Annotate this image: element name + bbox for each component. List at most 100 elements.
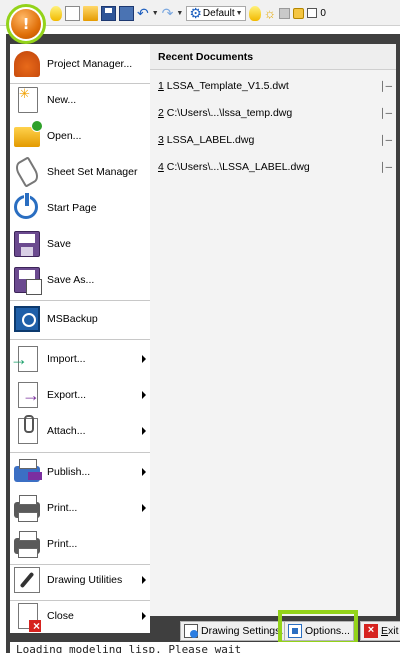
import-icon [10,346,38,372]
lock-icon[interactable] [293,7,305,19]
submenu-arrow-icon [142,504,146,512]
menu-item-open[interactable]: Open... [10,118,150,154]
close-document-icon [18,603,41,633]
menu-item-attach[interactable]: Attach... [10,413,150,449]
menu-item-print[interactable]: Print... [10,526,150,562]
menu-item-label: Close [47,610,74,622]
exit-icon: × [364,624,378,638]
menu-item-label: Save [47,238,71,250]
application-button[interactable]: ! [6,4,46,44]
layer-bulb-icon[interactable] [248,5,261,21]
attach-icon [18,415,38,444]
exit-access-key: E [381,625,389,637]
command-line-text: Loading modeling lisp. Please wait [16,643,242,653]
menu-item-label: Attach... [47,425,86,437]
menu-separator [10,452,150,453]
submenu-arrow-icon [142,427,146,435]
chevron-down-icon: ▼ [235,9,243,17]
recent-document-item[interactable]: 2 C:\Users\...\lssa_temp.dwg │─ [150,102,396,124]
recent-document-item[interactable]: 3 LSSA_LABEL.dwg │─ [150,129,396,151]
menu-item-sheet-set-manager[interactable]: Sheet Set Manager [10,154,150,190]
application-menu-commands: Project Manager... ✳ New... Open... Shee… [10,44,150,633]
pin-icon[interactable]: │─ [380,102,392,124]
menu-item-label: Save As... [47,274,95,286]
recent-document-item[interactable]: 1 LSSA_Template_V1.5.dwt │─ [150,75,396,97]
menu-item-export[interactable]: Export... [10,377,150,413]
recent-document-item[interactable]: 4 C:\Users\...\LSSA_LABEL.dwg │─ [150,156,396,178]
save-icon [14,231,40,257]
options-highlight-box [278,610,358,645]
menu-item-project-manager[interactable]: Project Manager... [10,46,150,82]
drawing-settings-label: Drawing Settings... [201,625,290,637]
submenu-arrow-icon [142,355,146,363]
power-icon [14,192,38,219]
menu-item-import[interactable]: Import... [10,341,150,377]
layer-color-icon[interactable] [279,7,291,19]
exit-button[interactable]: × Exit [360,621,400,641]
new-icon[interactable] [65,5,80,21]
wrench-icon [14,567,40,593]
menu-item-label: New... [47,94,77,106]
lightbulb-icon[interactable] [50,5,62,21]
open-folder-icon [14,120,43,147]
new-document-icon: ✳ [18,86,38,113]
submenu-arrow-icon [142,576,146,584]
save-as-icon [14,267,42,295]
pin-icon[interactable]: │─ [380,156,392,178]
project-manager-icon [14,51,40,77]
undo-dropdown-icon[interactable]: ▼ [152,10,159,17]
menu-item-label: Sheet Set Manager [47,166,138,178]
quick-access-tools: ↶ ▼ ↷ ▼ ⚙ Default ▼ ☼ 0 [50,5,326,21]
printer-icon [14,495,40,522]
menu-item-close[interactable]: Close [10,598,150,634]
menu-item-label: Print... [47,538,78,550]
pin-icon[interactable]: │─ [380,129,392,151]
recent-documents-header: Recent Documents [150,44,396,70]
workspace-label: Default [202,7,235,19]
recent-document-name: LSSA_LABEL.dwg [163,134,255,146]
drawing-settings-icon [184,624,198,638]
backup-icon [14,306,40,332]
menu-item-label: Drawing Utilities [47,574,123,586]
pin-icon[interactable]: │─ [380,75,392,97]
menu-item-drawing-utilities[interactable]: Drawing Utilities [10,562,150,598]
layer-value: 0 [320,7,326,19]
exit-label: xit [388,625,399,637]
drawing-settings-button[interactable]: Drawing Settings... [180,621,294,641]
menu-item-msbackup[interactable]: MSBackup [10,301,150,337]
layer-checkbox[interactable] [307,8,318,18]
application-menu-icon: ! [11,9,41,39]
menu-item-save[interactable]: Save [10,226,150,262]
redo-dropdown-icon[interactable]: ▼ [176,10,183,17]
workspace-dropdown[interactable]: ⚙ Default ▼ [186,4,246,21]
menu-item-publish[interactable]: Publish... [10,454,150,490]
menu-separator [10,339,150,340]
sun-icon[interactable]: ☼ [264,5,277,21]
recent-document-name: C:\Users\...\LSSA_LABEL.dwg [163,161,310,173]
export-icon [18,382,40,408]
menu-item-label: Import... [47,353,86,365]
menu-item-label: Open... [47,130,82,142]
menu-item-label: Start Page [47,202,97,214]
submenu-arrow-icon [142,391,146,399]
menu-item-label: Export... [47,389,87,401]
undo-icon[interactable]: ↶ [137,5,149,21]
menu-item-label: Project Manager... [47,58,133,70]
menu-item-label: MSBackup [47,313,98,325]
application-menu: Project Manager... ✳ New... Open... Shee… [6,34,400,653]
save-as-icon[interactable] [119,5,134,21]
workspace-gear-icon: ⚙ [189,4,202,21]
printer-icon [14,531,40,558]
menu-item-print-submenu[interactable]: Print... [10,490,150,526]
command-line: Loading modeling lisp. Please wait [10,642,400,653]
recent-document-name: LSSA_Template_V1.5.dwt [163,80,289,92]
menu-item-save-as[interactable]: Save As... [10,262,150,298]
menu-item-label: Publish... [47,466,91,478]
open-icon[interactable] [83,5,98,21]
save-icon[interactable] [101,5,116,21]
menu-item-new[interactable]: ✳ New... [10,82,150,118]
redo-icon[interactable]: ↷ [162,5,174,21]
submenu-arrow-icon [142,612,146,620]
menu-item-start-page[interactable]: Start Page [10,190,150,226]
submenu-arrow-icon [142,468,146,476]
